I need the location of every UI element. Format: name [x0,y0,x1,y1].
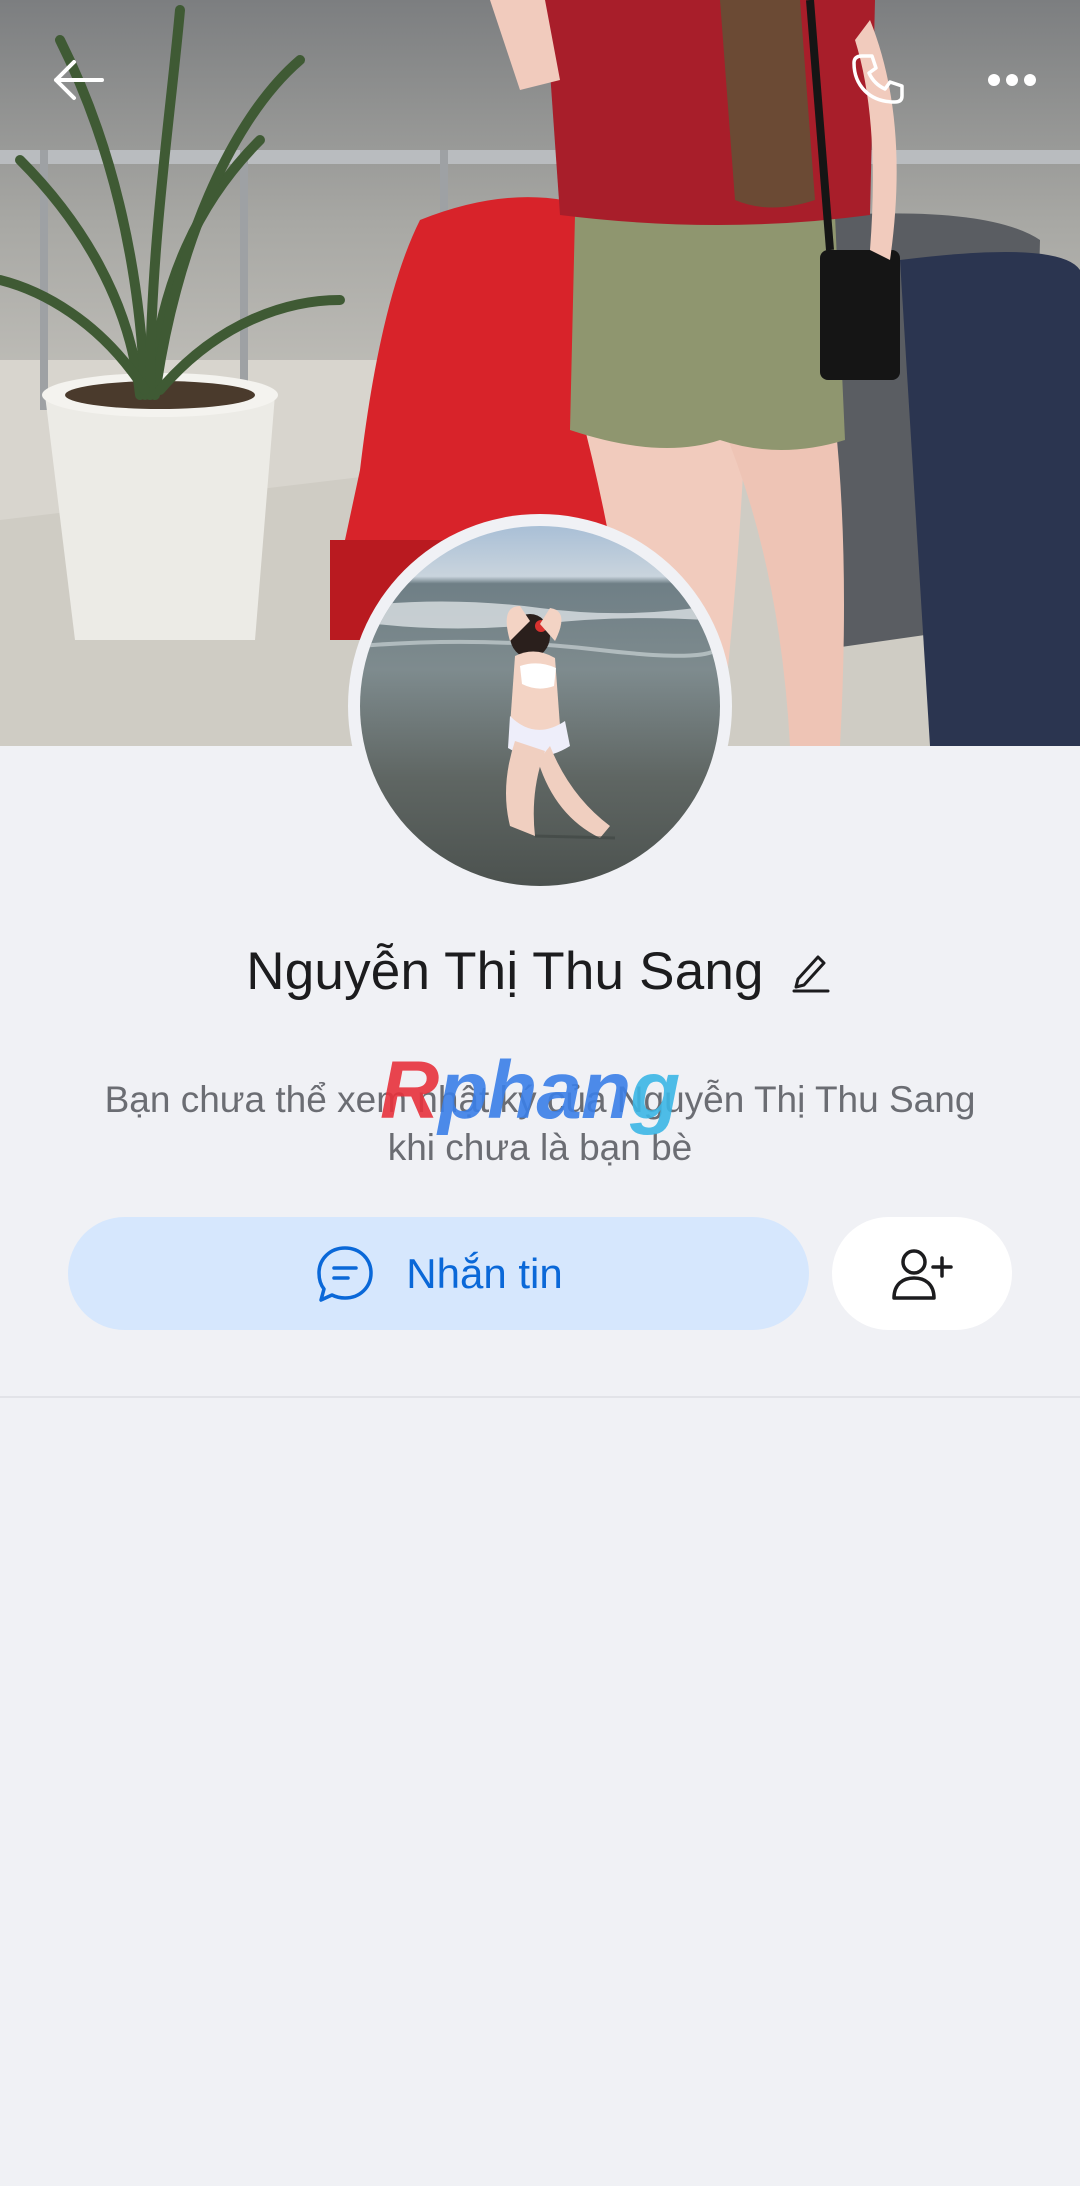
more-dots-icon [988,74,1036,86]
profile-name-row: Nguyễn Thị Thu Sang [0,936,1080,1006]
message-button-label: Nhắn tin [406,1249,563,1297]
avatar[interactable] [348,514,732,898]
profile-name: Nguyễn Thị Thu Sang [246,941,764,1001]
chat-bubble-icon [317,1245,374,1302]
avatar-image [360,526,720,886]
message-button[interactable]: Nhắn tin [68,1217,809,1330]
notice-line-1: Bạn chưa thể xem nhật ký của Nguyễn Thị … [104,1079,976,1120]
notice-line-2: khi chưa là bạn bè [387,1127,693,1168]
call-button[interactable] [838,40,918,120]
add-friend-button[interactable] [832,1217,1012,1330]
section-divider [0,1396,1080,1398]
phone-icon [852,54,904,104]
add-user-icon [892,1248,953,1300]
privacy-notice: Bạn chưa thể xem nhật ký của Nguyễn Thị … [60,1076,1020,1172]
pencil-icon [792,955,830,993]
more-options-button[interactable] [972,40,1052,120]
edit-name-button[interactable] [790,949,834,993]
arrow-left-icon [54,60,104,100]
back-button[interactable] [38,40,118,120]
profile-page: Nguyễn Thị Thu Sang Bạn chưa thể xem nhậ… [0,0,1080,2186]
